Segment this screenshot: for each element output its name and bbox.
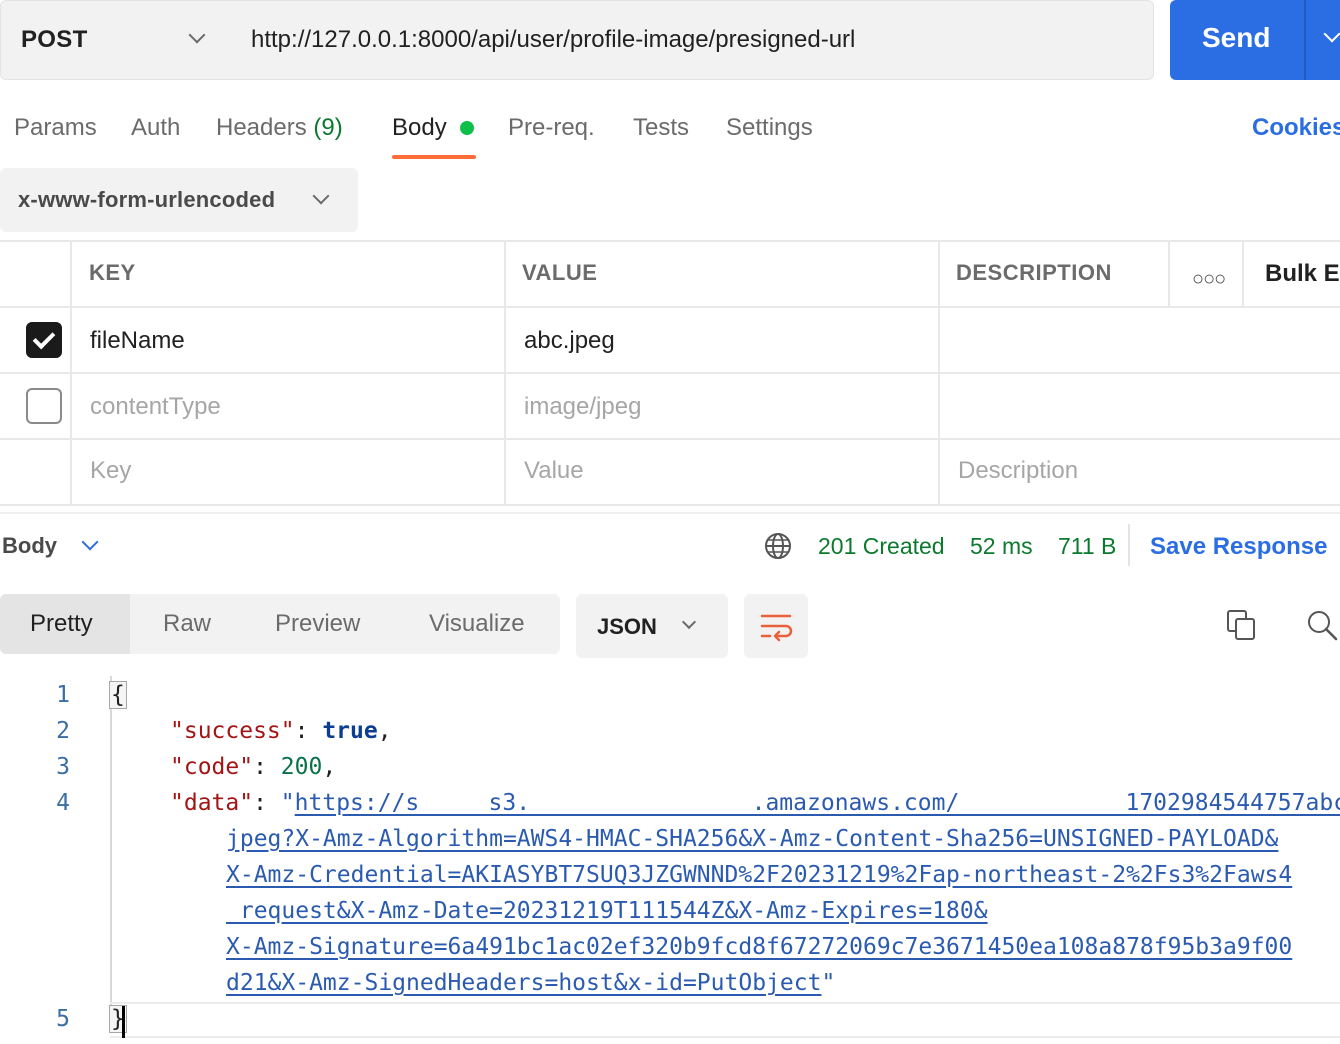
tab-tests[interactable]: Tests — [633, 114, 689, 142]
json-line[interactable]: "success": true, — [170, 718, 392, 744]
json-line[interactable]: "data": "https://s s3. .amazonaws.com/ 1… — [170, 790, 1340, 816]
json-value: true — [322, 718, 378, 744]
send-button[interactable]: Send — [1170, 0, 1340, 80]
current-line-highlight — [110, 1002, 1340, 1038]
chevron-down-icon — [312, 187, 330, 205]
globe-icon[interactable] — [764, 532, 792, 560]
send-divider — [1304, 0, 1306, 80]
json-line[interactable]: X-Amz-Credential=AKIASYBT7SUQ3JZGWNND%2F… — [226, 862, 1292, 888]
body-type-select[interactable]: x-www-form-urlencoded — [0, 168, 358, 232]
view-tab-preview[interactable]: Preview — [275, 610, 360, 638]
column-divider — [70, 240, 72, 506]
method-label: POST — [21, 26, 88, 53]
wrap-lines-button[interactable] — [744, 594, 808, 658]
json-line[interactable]: jpeg?X-Amz-Algorithm=AWS4-HMAC-SHA256&X-… — [226, 826, 1278, 852]
presigned-url-link[interactable]: https://s s3. .amazonaws.com/ 1702984544… — [295, 790, 1340, 816]
code-gutter — [110, 676, 112, 1006]
line-number: 1 — [56, 682, 70, 708]
column-header-description: DESCRIPTION — [956, 260, 1112, 285]
view-tab-pretty[interactable]: Pretty — [30, 610, 93, 638]
tab-params[interactable]: Params — [14, 114, 97, 142]
param-key-cell[interactable]: contentType — [90, 393, 221, 421]
json-line[interactable]: X-Amz-Signature=6a491bc1ac02ef320b9fcd8f… — [226, 934, 1292, 960]
presigned-url-link[interactable]: d21&X-Amz-SignedHeaders=host&x-id=PutObj… — [226, 970, 821, 996]
checkmark-icon — [32, 326, 56, 350]
tab-headers[interactable]: Headers (9) — [216, 114, 343, 142]
open-brace[interactable]: { — [109, 681, 127, 709]
text-cursor — [122, 1006, 125, 1038]
line-number: 5 — [56, 1006, 70, 1032]
table-border-top — [0, 240, 1340, 242]
new-key-input[interactable]: Key — [90, 457, 131, 485]
column-divider — [504, 240, 506, 506]
more-icon[interactable]: ○○○ — [1192, 268, 1226, 291]
presigned-url-link[interactable]: X-Amz-Signature=6a491bc1ac02ef320b9fcd8f… — [226, 934, 1292, 960]
row-checkbox[interactable] — [26, 388, 62, 424]
headers-count-badge: (9) — [313, 114, 343, 141]
line-number: 3 — [56, 754, 70, 780]
response-section-label[interactable]: Body — [2, 533, 57, 559]
search-icon[interactable] — [1306, 609, 1338, 641]
json-line[interactable]: d21&X-Amz-SignedHeaders=host&x-id=PutObj… — [226, 970, 835, 996]
send-label: Send — [1202, 22, 1271, 53]
save-response-button[interactable]: Save Response — [1150, 533, 1327, 561]
line-number: 2 — [56, 718, 70, 744]
divider — [1128, 524, 1130, 566]
body-modified-dot — [460, 121, 474, 135]
table-border — [0, 438, 1340, 440]
response-size[interactable]: 711 B — [1058, 533, 1116, 560]
chevron-down-icon — [188, 26, 206, 44]
view-tab-raw[interactable]: Raw — [163, 610, 211, 638]
param-value-cell[interactable]: abc.jpeg — [524, 327, 615, 355]
column-divider — [938, 240, 940, 506]
method-select[interactable]: POST — [0, 0, 230, 80]
new-description-input[interactable]: Description — [958, 457, 1078, 485]
json-key: "data" — [170, 790, 254, 816]
new-value-input[interactable]: Value — [524, 457, 584, 485]
table-border — [0, 306, 1340, 308]
chevron-down-icon — [681, 614, 697, 630]
presigned-url-link[interactable]: _request&X-Amz-Date=20231219T111544Z&X-A… — [226, 898, 988, 924]
column-header-key: KEY — [89, 260, 136, 285]
tab-settings[interactable]: Settings — [726, 114, 813, 142]
bulk-edit-button[interactable]: Bulk Edit — [1265, 260, 1340, 288]
format-select[interactable]: JSON — [576, 594, 728, 658]
body-type-label: x-www-form-urlencoded — [18, 187, 276, 212]
param-key-cell[interactable]: fileName — [90, 327, 185, 355]
tab-auth[interactable]: Auth — [131, 114, 180, 142]
format-label: JSON — [597, 614, 657, 639]
line-number: 4 — [56, 790, 70, 816]
url-input[interactable]: http://127.0.0.1:8000/api/user/profile-i… — [229, 0, 1154, 80]
cookies-link[interactable]: Cookies — [1252, 114, 1340, 142]
presigned-url-link[interactable]: jpeg?X-Amz-Algorithm=AWS4-HMAC-SHA256&X-… — [226, 826, 1278, 852]
column-divider — [1168, 240, 1170, 306]
view-tab-visualize[interactable]: Visualize — [429, 610, 525, 638]
json-key: "code" — [170, 754, 254, 780]
chevron-down-icon[interactable] — [81, 533, 99, 551]
json-line[interactable]: "code": 200, — [170, 754, 336, 780]
tab-prereq[interactable]: Pre-req. — [508, 114, 595, 142]
tab-headers-label: Headers — [216, 114, 307, 141]
json-value: 200 — [280, 754, 323, 780]
column-header-value: VALUE — [522, 260, 598, 285]
chevron-down-icon[interactable] — [1323, 25, 1340, 43]
column-divider — [1242, 240, 1244, 306]
copy-icon[interactable] — [1226, 609, 1258, 641]
wrap-lines-icon — [760, 614, 793, 642]
table-border-bottom — [0, 504, 1340, 506]
presigned-url-link[interactable]: X-Amz-Credential=AKIASYBT7SUQ3JZGWNND%2F… — [226, 862, 1292, 888]
table-border — [0, 372, 1340, 374]
status-code[interactable]: 201 Created — [818, 533, 945, 560]
url-text: http://127.0.0.1:8000/api/user/profile-i… — [251, 26, 856, 53]
tab-body[interactable]: Body — [392, 114, 447, 142]
param-value-cell[interactable]: image/jpeg — [524, 393, 641, 421]
pane-divider[interactable] — [0, 512, 1340, 514]
json-key: "success" — [170, 718, 295, 744]
row-checkbox[interactable] — [26, 322, 62, 358]
json-line[interactable]: _request&X-Amz-Date=20231219T111544Z&X-A… — [226, 898, 988, 924]
response-time[interactable]: 52 ms — [970, 533, 1033, 560]
active-tab-indicator — [392, 155, 476, 159]
